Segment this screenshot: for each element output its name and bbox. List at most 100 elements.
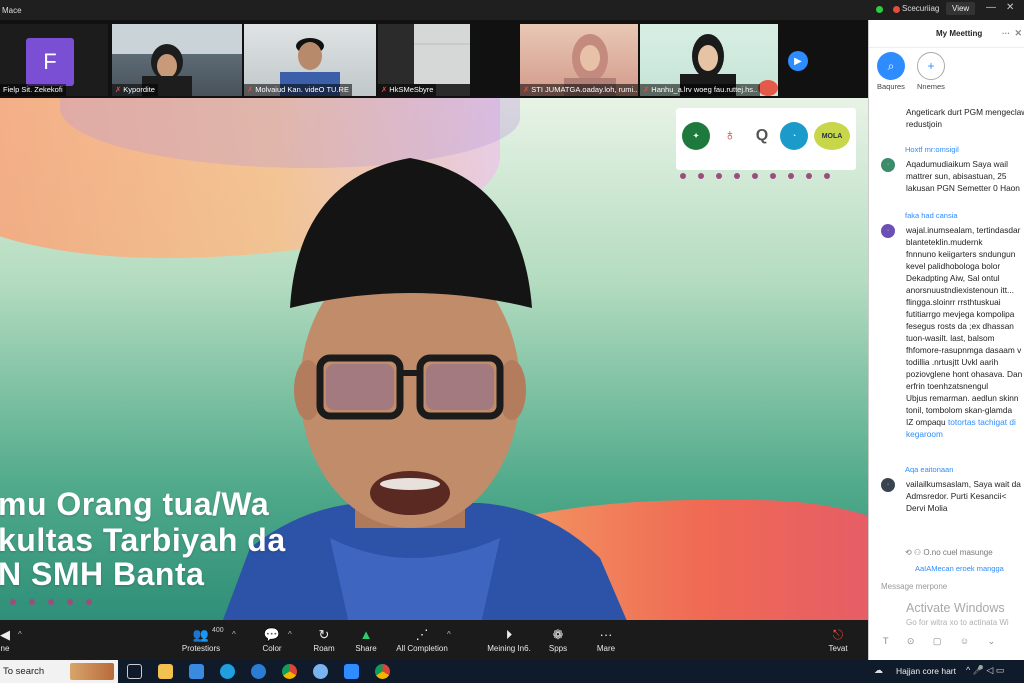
tray-weather-text: Hajjan core hart	[896, 666, 957, 676]
weather-icon[interactable]: ☁	[874, 665, 883, 676]
slide-text-line: N SMH Banta	[0, 556, 205, 592]
participant-name: ✗ STI JUMATGA.oaday.loh, rumi...	[520, 84, 638, 96]
apps-icon: ❁	[552, 626, 564, 642]
search-highlight-image	[70, 663, 114, 680]
decorative-dots	[680, 166, 842, 179]
search-icon[interactable]: ⌕	[877, 52, 905, 80]
more-icon: ···	[599, 626, 613, 642]
apps-button[interactable]: ❁ Spps	[538, 624, 578, 656]
participants-icon: 👥	[192, 626, 210, 642]
reaction-row[interactable]: ⟲ ⚇ O.no cuel masunge	[905, 548, 993, 557]
institution-logo: ✦	[682, 122, 710, 150]
chat-title: My Meetting	[936, 29, 983, 38]
tray-icons[interactable]: ^ 🎤 ◁ ▭	[966, 665, 1004, 676]
zoom-icon[interactable]	[344, 664, 359, 679]
mola-logo: MOLA	[814, 122, 850, 150]
participant-tile[interactable]: ✗ Hanhu_a.lrv woeg fau.ruttej.hs..	[640, 24, 778, 96]
chevron-up-icon[interactable]: ^	[288, 630, 292, 639]
record-button[interactable]: ⏵ Meining In6.	[486, 624, 532, 656]
message-text: Aqadumudiaikum Saya wail mattrer sun, ab…	[906, 159, 1020, 193]
chevron-up-icon[interactable]: ^	[18, 630, 22, 639]
chevron-up-icon[interactable]: ^	[232, 630, 236, 639]
decorative-dots	[10, 592, 105, 610]
share-screen-icon: ▲	[359, 626, 373, 642]
mic-muted-icon: ✗	[115, 85, 122, 94]
chrome-icon[interactable]	[282, 664, 297, 679]
meeting-toolbar: ◀ ne ^ 👥 Protestiors 400 ^ 💬 Color ^ ↻ R…	[0, 620, 868, 660]
participant-name: Fielp Sit. Zekekofi	[0, 84, 66, 96]
participant-tile[interactable]: ✗ Kypordite	[112, 24, 242, 96]
chat-input[interactable]: Message merpone	[881, 582, 947, 591]
tab-label: Baqures	[877, 82, 905, 91]
mic-icon: ◀	[0, 626, 10, 642]
minimize-button[interactable]: —	[986, 2, 996, 13]
activate-windows-title: Activate Windows	[906, 601, 1005, 615]
chat-panel: My Meetting ··· ✕ ⌕ Baqures + Nnemes Ang…	[868, 20, 1024, 660]
taskbar-search-input[interactable]: To search	[0, 660, 118, 683]
completion-button[interactable]: ⋰ All Completion	[392, 624, 452, 656]
chat-info-line: AaIAMecan eroek mangga	[915, 564, 1004, 573]
windows-taskbar: To search ☁ Hajjan core hart ^ 🎤 ◁ ▭	[0, 660, 1024, 683]
close-icon[interactable]: ✕	[1014, 28, 1022, 39]
message-sender: Hoxtf mr:omsigil	[905, 145, 959, 154]
message-text: wajal.inumsealam, tertindasdar blantetek…	[906, 225, 1023, 439]
record-icon: ⏵	[505, 626, 513, 642]
store-icon[interactable]	[189, 664, 204, 679]
mic-muted-icon: ✗	[643, 85, 650, 94]
chat-icon: 💬	[263, 626, 281, 642]
participant-name: ✗ Molvaiud Kan. videO TU.RE	[244, 84, 352, 96]
chat-message: faka had cansia · wajal.inumsealam, tert…	[869, 210, 1024, 440]
sender-avatar: ·	[881, 478, 895, 492]
next-page-icon[interactable]: ▶	[788, 51, 808, 71]
slide-text-line: kultas Tarbiyah da	[0, 522, 286, 558]
participant-tile[interactable]: ✗ STI JUMATGA.oaday.loh, rumi...	[520, 24, 638, 96]
leave-button[interactable]: ⎋ Tevat	[818, 624, 858, 656]
edge-icon[interactable]	[251, 664, 266, 679]
chat-message: Aqa eaitonaan · vailailkumsaslam, Saya w…	[869, 464, 1024, 514]
mic-muted-icon: ✗	[247, 85, 254, 94]
recording-icon	[893, 6, 900, 13]
participant-tile[interactable]: ✗ HkSMeSbyre	[378, 24, 470, 96]
view-button[interactable]: View	[946, 2, 976, 15]
task-view-icon[interactable]	[127, 664, 142, 679]
add-icon[interactable]: +	[917, 52, 945, 80]
message-text: Angeticark durt PGM mengeclaw redustjoin	[906, 107, 1024, 129]
more-button[interactable]: ··· Mare	[586, 624, 626, 656]
audio-button[interactable]: ◀ ne	[0, 624, 10, 656]
share-node-icon: ⋰	[415, 626, 429, 642]
share-screen-button[interactable]: ▲ Share	[346, 624, 386, 656]
chrome-icon[interactable]	[375, 664, 390, 679]
chat-message: Angeticark durt PGM mengeclaw redustjoin	[869, 106, 1024, 130]
sender-avatar: ·	[881, 224, 895, 238]
close-button[interactable]: ✕	[1006, 2, 1014, 13]
participant-tile[interactable]: ✗ Molvaiud Kan. videO TU.RE	[244, 24, 376, 96]
chat-button[interactable]: 💬 Color	[252, 624, 292, 656]
tab-label: Nnemes	[917, 82, 945, 91]
mic-muted-icon: ✗	[381, 85, 388, 94]
slide-text-line: mu Orang tua/Wa	[0, 486, 270, 522]
message-sender: Aqa eaitonaan	[905, 465, 954, 474]
message-text: vailailkumsaslam, Saya wait da Admsredor…	[906, 479, 1021, 513]
file-explorer-icon[interactable]	[158, 664, 173, 679]
sender-avatar: ·	[881, 158, 895, 172]
institution-logo: Q	[748, 122, 776, 150]
active-speaker-video: ✦ ♁ Q ◔ MOLA mu Orang tua/Wa kultas Tarb…	[0, 98, 868, 620]
zoom-window: Mace Scecuriiag View — ✕ F Fielp Sit. Ze…	[0, 0, 1024, 683]
participant-tile[interactable]: F Fielp Sit. Zekekofi	[0, 24, 108, 96]
chat-tabs: ⌕ Baqures + Nnemes	[869, 48, 1024, 92]
mic-muted-icon: ✗	[523, 85, 530, 94]
chat-message: Hoxtf mr:omsigil · Aqadumudiaikum Saya w…	[869, 144, 1024, 194]
leave-icon: ⎋	[832, 626, 844, 642]
institution-logo: ♁	[716, 122, 744, 150]
more-options-icon[interactable]: ···	[1002, 29, 1010, 38]
title-bar: Mace Scecuriiag View — ✕	[0, 0, 1024, 20]
refresh-icon: ↻	[318, 626, 330, 642]
chat-formatting-tools[interactable]: T ⊙ ▢ ☺ ⌄	[883, 636, 1003, 647]
app-icon[interactable]	[313, 664, 328, 679]
roam-button[interactable]: ↻ Roam	[304, 624, 344, 656]
edge-icon[interactable]	[220, 664, 235, 679]
app-title: Mace	[2, 5, 22, 15]
chevron-up-icon[interactable]: ^	[447, 630, 451, 639]
logo-panel: ✦ ♁ Q ◔ MOLA	[676, 108, 856, 170]
activate-windows-subtitle: Go for witra xo to actinata Wi	[906, 618, 1009, 627]
